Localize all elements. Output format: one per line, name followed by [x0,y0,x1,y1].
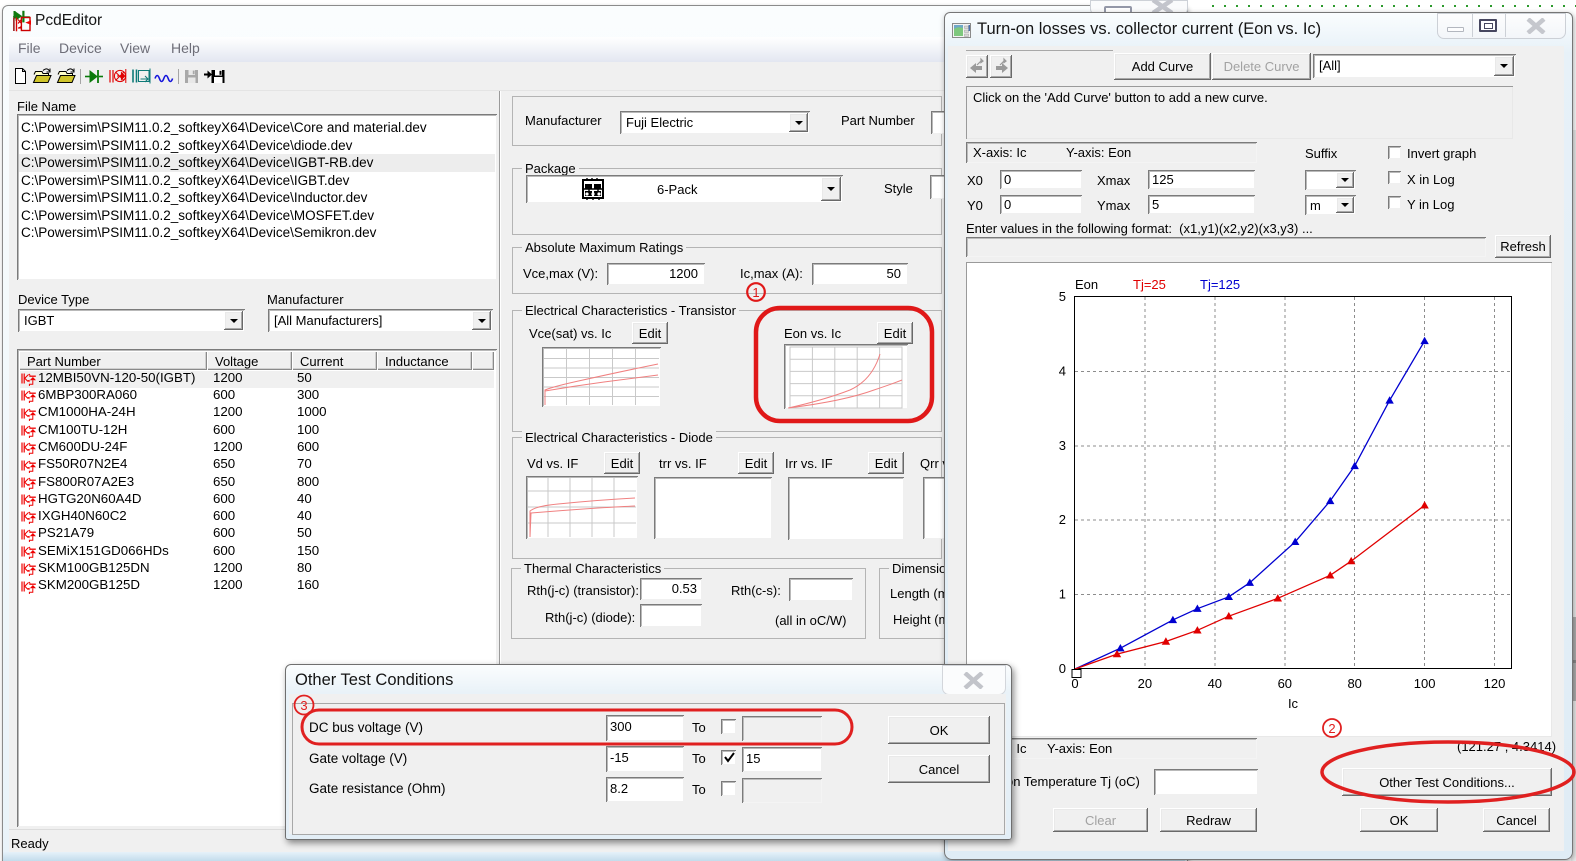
svg-text:5: 5 [1059,289,1066,304]
svg-text:120: 120 [1484,676,1506,691]
svg-text:40: 40 [1208,676,1222,691]
svg-text:Ic: Ic [1288,696,1299,711]
svg-text:0: 0 [1059,661,1066,676]
svg-text:Tj=125: Tj=125 [1200,277,1240,292]
svg-text:1: 1 [1059,587,1066,602]
svg-text:20: 20 [1138,676,1152,691]
svg-text:2: 2 [1059,512,1066,527]
svg-text:4: 4 [1059,363,1066,378]
svg-text:80: 80 [1347,676,1361,691]
svg-text:Eon: Eon [1075,277,1098,292]
svg-text:100: 100 [1414,676,1436,691]
svg-text:60: 60 [1278,676,1292,691]
svg-text:Tj=25: Tj=25 [1133,277,1166,292]
svg-text:3: 3 [1059,438,1066,453]
svg-text:0: 0 [1071,676,1078,691]
